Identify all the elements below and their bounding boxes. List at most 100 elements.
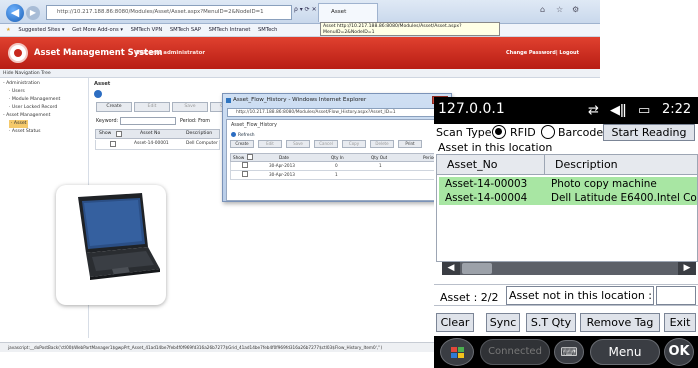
popup-tab[interactable]: Asset_Flow_History <box>231 123 277 128</box>
st-qty-button[interactable]: S.T Qty <box>526 313 576 332</box>
cell-date: 30-Apr-2013 <box>269 163 295 168</box>
fav-link[interactable]: SMTech VPN <box>131 27 163 33</box>
tree-item-user-locked-record[interactable]: · User Locked Record <box>3 104 87 112</box>
home-icon[interactable]: ⌂ <box>540 5 545 14</box>
scan-type-label: Scan Type <box>436 126 492 139</box>
tree-item-administration[interactable]: - Administration <box>3 80 87 88</box>
address-bar[interactable]: http://10.217.188.86:8080/Modules/Asset/… <box>46 5 292 20</box>
col-asset-no[interactable]: Asset_No <box>437 155 545 175</box>
col-description[interactable]: Description <box>186 130 212 138</box>
row-checkbox[interactable] <box>242 171 248 177</box>
popup-address-bar[interactable]: http://10.217.188.86:8080/Modules/Asset/… <box>227 108 447 117</box>
battery-icon[interactable]: ▭ <box>638 103 650 118</box>
favorites-star-icon[interactable]: ☆ <box>556 5 563 14</box>
fav-link[interactable]: Get More Add-ons ▾ <box>72 27 123 33</box>
cell-description: Photo copy machine <box>551 178 657 190</box>
edit-button[interactable]: Edit <box>134 102 170 112</box>
keyboard-icon[interactable]: ⌨ <box>554 340 584 364</box>
scroll-right-icon[interactable]: ▶ <box>678 262 696 275</box>
tree-item-asset-status[interactable]: · Asset Status <box>3 128 87 136</box>
col-qty-out[interactable]: Qty Out <box>371 154 387 161</box>
popup-print-button[interactable]: Print <box>398 140 422 148</box>
table-row[interactable]: Asset-14-00003 Photo copy machine <box>439 177 697 191</box>
exit-button[interactable]: Exit <box>664 313 696 332</box>
cell-description: Dell Computer <box>186 141 218 146</box>
fav-link[interactable]: Suggested Sites ▾ <box>18 27 64 33</box>
col-asset-no[interactable]: Asset No <box>140 130 160 138</box>
account-links[interactable]: Change Password| Logout <box>506 50 579 56</box>
popup-create-button[interactable]: Create <box>230 140 254 148</box>
scroll-left-icon[interactable]: ◀ <box>442 262 460 275</box>
extra-field <box>656 286 696 305</box>
barcode-radio-label[interactable]: Barcode <box>558 126 603 139</box>
cell-qty-in: 0 <box>335 163 338 168</box>
fav-link[interactable]: SMTech Intranet <box>209 27 251 33</box>
tree-item-users[interactable]: · Users <box>3 88 87 96</box>
keyword-input[interactable] <box>120 117 176 125</box>
rfid-radio-label[interactable]: RFID <box>510 126 536 139</box>
laptop-icon <box>78 193 160 280</box>
popup-copy-button[interactable]: Copy <box>342 140 366 148</box>
fav-link[interactable]: SMTech <box>258 27 277 33</box>
app-logo <box>8 43 28 63</box>
popup-cancel-button[interactable]: Cancel <box>314 140 338 148</box>
tree-item-module-management[interactable]: · Module Management <box>3 96 87 104</box>
ie-icon <box>226 98 231 103</box>
refresh-icon <box>231 132 236 137</box>
row-checkbox[interactable] <box>110 141 116 147</box>
favorites-icon[interactable]: ★ <box>6 27 11 33</box>
table-row[interactable]: 30-Apr-2013 0 1 <box>230 162 444 171</box>
rfid-radio[interactable] <box>492 125 506 139</box>
save-button[interactable]: Save <box>172 102 208 112</box>
table-row[interactable]: Asset-14-00004 Dell Latitude E6400.Intel… <box>439 191 698 205</box>
tools-gear-icon[interactable]: ⚙ <box>572 5 579 14</box>
period-label: Period: From <box>180 119 210 124</box>
cell-asset-no: Asset-14-00004 <box>445 192 528 204</box>
table-row[interactable]: Asset-14-00001 Dell Computer <box>95 140 220 150</box>
row-checkbox[interactable] <box>242 162 248 168</box>
select-all-checkbox[interactable] <box>247 154 253 160</box>
popup-save-button[interactable]: Save <box>286 140 310 148</box>
tree-item-asset-management[interactable]: - Asset Management <box>3 112 87 120</box>
fav-link[interactable]: SMTech SAP <box>170 27 201 33</box>
hide-nav-link[interactable]: Hide Navigation Tree <box>0 69 600 78</box>
host-address: 127.0.0.1 <box>438 101 505 117</box>
back-button[interactable]: ◀ <box>6 4 24 22</box>
cell-description: Dell Latitude E6400.Intel Cor <box>551 192 698 204</box>
table-row[interactable]: 30-Apr-2013 1 <box>230 171 444 180</box>
popup-refresh[interactable]: Refresh <box>231 132 255 138</box>
windows-start-button[interactable] <box>440 338 474 366</box>
popup-edit-button[interactable]: Edit <box>258 140 282 148</box>
barcode-radio[interactable] <box>541 125 555 139</box>
popup-delete-button[interactable]: Delete <box>370 140 394 148</box>
forward-button[interactable]: ▶ <box>26 6 40 20</box>
col-description[interactable]: Description <box>545 155 697 175</box>
start-reading-button[interactable]: Start Reading <box>603 124 695 141</box>
clear-button[interactable]: Clear <box>436 313 474 332</box>
connection-softkey[interactable]: Connected <box>480 339 550 365</box>
create-button[interactable]: Create <box>96 102 132 112</box>
refresh-icon[interactable] <box>94 90 102 98</box>
menu-softkey[interactable]: Menu <box>590 339 660 365</box>
address-controls[interactable]: ρ ▾ ⟳ ✕ <box>294 6 317 13</box>
select-all-checkbox[interactable] <box>116 131 122 137</box>
col-qty-in[interactable]: Qty In <box>331 154 344 161</box>
browser-tab[interactable]: Asset <box>318 3 378 22</box>
cell-asset-no: Asset-14-00001 <box>134 141 169 146</box>
tree-item-asset[interactable]: · Asset <box>9 120 29 128</box>
cell-date: 30-Apr-2013 <box>269 172 295 177</box>
cell-asset-no: Asset-14-00003 <box>445 178 528 190</box>
volume-icon[interactable]: ◀ǁ <box>610 103 626 118</box>
col-date[interactable]: Date <box>279 154 289 161</box>
remove-tag-button[interactable]: Remove Tag <box>580 313 660 332</box>
sync-button[interactable]: Sync <box>486 313 520 332</box>
refresh-label: Refresh <box>238 133 255 138</box>
connectivity-icon[interactable]: ⇄ <box>588 103 599 118</box>
device-status-bar: 127.0.0.1 ⇄ ◀ǁ ▭ 2:22 <box>434 97 698 124</box>
horizontal-scrollbar[interactable]: ◀ ▶ <box>442 262 696 275</box>
scroll-thumb[interactable] <box>462 263 492 274</box>
clock[interactable]: 2:22 <box>662 102 691 117</box>
windows-flag-icon <box>451 347 465 359</box>
asset-list-grid: Asset_No Description Asset-14-00003 Phot… <box>436 154 698 262</box>
ok-button[interactable]: OK <box>664 338 694 366</box>
